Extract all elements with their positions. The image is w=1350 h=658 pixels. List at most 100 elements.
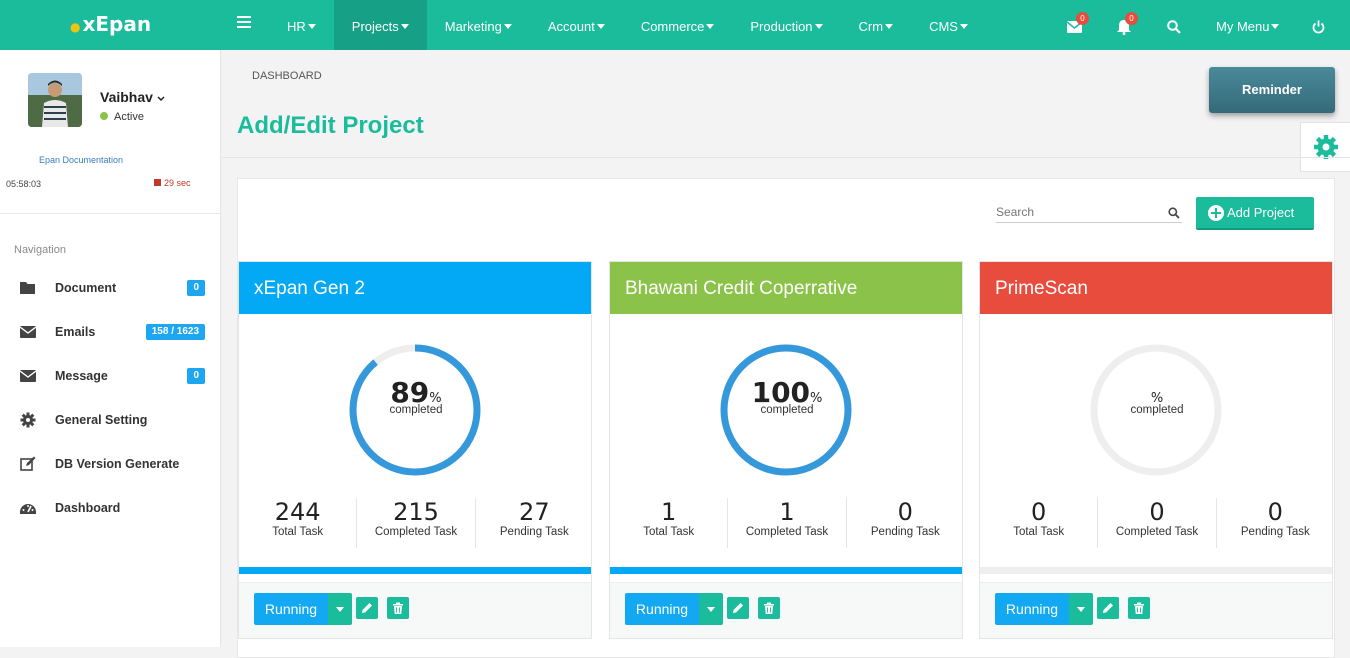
logout-button[interactable] <box>1305 0 1335 50</box>
nav-account[interactable]: Account <box>530 0 623 50</box>
pencil-icon <box>733 603 743 613</box>
pencil-icon <box>362 603 372 613</box>
hamburger-menu-icon[interactable] <box>237 16 251 30</box>
caret-down-icon <box>959 24 968 29</box>
gear-icon <box>20 412 36 428</box>
progress-bar <box>610 567 962 574</box>
nav-production[interactable]: Production <box>732 0 840 50</box>
main-menu: HR Projects Marketing Account Commerce P… <box>269 0 986 50</box>
epan-documentation-link[interactable]: Epan Documentation <box>39 155 123 165</box>
brand-name: xEpan <box>82 12 152 36</box>
envelope-icon <box>20 326 36 338</box>
caret-down-icon <box>885 24 894 29</box>
pending-task-stat: 27 Pending Task <box>499 498 569 538</box>
envelope-icon <box>20 370 36 382</box>
pending-task-stat: 0 Pending Task <box>870 498 940 538</box>
pending-task-stat: 0 Pending Task <box>1240 498 1310 538</box>
brand-logo[interactable]: ● xEpan <box>70 12 151 36</box>
nav-projects[interactable]: Projects <box>333 0 427 50</box>
completed-label: completed <box>760 404 814 416</box>
nav-cms[interactable]: CMS <box>911 0 986 50</box>
sidebar-item-message[interactable]: Message 0 <box>0 358 220 394</box>
user-photo <box>28 73 82 127</box>
nav-commerce[interactable]: Commerce <box>623 0 733 50</box>
total-task-stat: 1 Total Task <box>610 498 729 548</box>
status-dropdown-button[interactable] <box>328 593 352 625</box>
settings-toggle-button[interactable] <box>1300 122 1350 172</box>
trash-icon <box>764 602 774 614</box>
avatar[interactable] <box>28 73 82 127</box>
status-dot-icon <box>100 112 108 120</box>
project-title[interactable]: PrimeScan <box>980 262 1332 314</box>
caret-down-icon <box>1077 607 1085 612</box>
status-button[interactable]: Running <box>995 593 1069 625</box>
status-dropdown-button[interactable] <box>699 593 723 625</box>
trash-icon <box>393 602 403 614</box>
sidebar-item-document[interactable]: Document 0 <box>0 270 220 306</box>
completed-label: completed <box>1130 404 1184 416</box>
notifications-button[interactable]: 0 <box>1110 0 1140 50</box>
delete-button[interactable] <box>1128 597 1150 619</box>
sidebar-item-dashboard[interactable]: Dashboard <box>0 490 220 526</box>
completed-task-stat: 1 Completed Task <box>728 498 847 548</box>
sidebar-item-general-setting[interactable]: General Setting <box>0 402 220 438</box>
my-menu-dropdown[interactable]: My Menu <box>1216 0 1280 50</box>
nav-hr[interactable]: HR <box>269 0 334 50</box>
card-footer: Running <box>610 582 962 638</box>
progress-bar-fill <box>239 567 591 574</box>
chevron-down-icon <box>157 96 165 102</box>
user-status: Active <box>100 111 144 123</box>
sidebar-item-emails[interactable]: Emails 158 / 1623 <box>0 314 220 350</box>
pencil-icon <box>1103 603 1113 613</box>
caret-down-icon <box>503 24 512 29</box>
completed-task-stat: 0 Completed Task <box>1098 498 1217 548</box>
seconds-counter: 29 sec <box>154 178 191 188</box>
caret-down-icon <box>400 24 409 29</box>
user-name-dropdown[interactable]: Vaibhav <box>100 89 165 105</box>
leaf-icon: ● <box>70 20 81 34</box>
search-icon[interactable] <box>1168 207 1180 219</box>
search-input[interactable] <box>996 205 1156 219</box>
edit-button[interactable] <box>727 597 749 619</box>
top-navbar: ● xEpan HR Projects Marketing Account Com… <box>0 0 1350 50</box>
navigation-heading: Navigation <box>14 244 66 256</box>
caret-down-icon <box>596 24 605 29</box>
project-title[interactable]: xEpan Gen 2 <box>239 262 591 314</box>
sidebar-item-db-version-generate[interactable]: DB Version Generate <box>0 446 220 482</box>
task-stats: 0 Total Task 0 Completed Task 0 Pending Tas… <box>980 498 1334 548</box>
status-button[interactable]: Running <box>625 593 699 625</box>
status-dropdown-button[interactable] <box>1069 593 1093 625</box>
project-title[interactable]: Bhawani Credit Coperrative <box>610 262 962 314</box>
task-stats: 1 Total Task 1 Completed Task 0 Pending Tas… <box>610 498 964 548</box>
sidebar-divider <box>0 213 220 214</box>
edit-button[interactable] <box>1097 597 1119 619</box>
delete-button[interactable] <box>387 597 409 619</box>
caret-down-icon <box>307 24 316 29</box>
caret-down-icon <box>336 607 344 612</box>
status-button[interactable]: Running <box>254 593 328 625</box>
folder-icon <box>20 282 35 294</box>
search-button[interactable] <box>1160 0 1190 50</box>
caret-down-icon <box>706 24 715 29</box>
edit-button[interactable] <box>356 597 378 619</box>
project-card: PrimeScan % completed 0 Total Task 0 Compl… <box>979 261 1333 639</box>
add-project-button[interactable]: Add Project <box>1196 197 1314 230</box>
reminder-button[interactable]: Reminder <box>1209 67 1335 113</box>
breadcrumb[interactable]: DASHBOARD <box>252 70 322 82</box>
project-card: Bhawani Credit Coperrative 100% complete… <box>609 261 963 639</box>
caret-down-icon <box>707 607 715 612</box>
progress-bar <box>980 567 1332 574</box>
nav-crm[interactable]: Crm <box>841 0 912 50</box>
delete-button[interactable] <box>758 597 780 619</box>
emails-count-badge: 158 / 1623 <box>145 324 205 340</box>
total-task-stat: 244 Total Task <box>239 498 358 548</box>
caret-down-icon <box>1271 24 1280 29</box>
edit-icon <box>20 456 36 471</box>
notification-count-badge: 0 <box>1125 12 1138 25</box>
progress-bar-fill <box>610 567 962 574</box>
mail-button[interactable]: 0 <box>1060 0 1090 50</box>
progress-bar <box>239 567 591 574</box>
nav-marketing[interactable]: Marketing <box>427 0 530 50</box>
power-icon <box>1312 20 1325 34</box>
card-footer: Running <box>980 582 1332 638</box>
